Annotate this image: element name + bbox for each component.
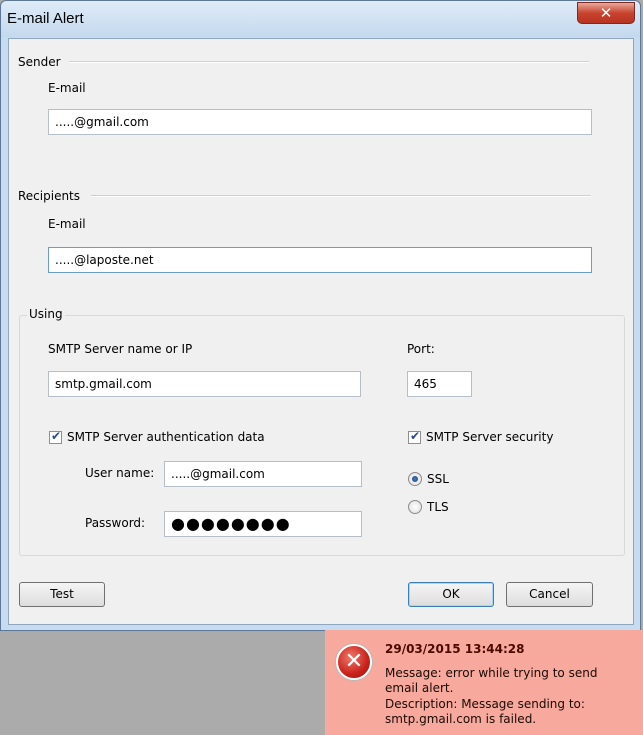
smtp-server-input[interactable]: smtp.gmail.com [48, 371, 361, 397]
notification-timestamp: 29/03/2015 13:44:28 [385, 642, 525, 656]
notification-description-line1: Description: Message sending to: [385, 697, 585, 711]
notification-description-line2: smtp.gmail.com is failed. [385, 712, 537, 726]
sender-email-label: E-mail [48, 81, 86, 95]
smtp-server-label: SMTP Server name or IP [48, 342, 193, 356]
port-input[interactable]: 465 [407, 371, 472, 397]
tls-radio-label[interactable]: TLS [427, 500, 449, 514]
security-checkbox-label[interactable]: SMTP Server security [426, 430, 553, 444]
title-bar[interactable]: E-mail Alert ✕ [1, 1, 640, 37]
username-input[interactable]: .....@gmail.com [164, 461, 362, 487]
checkmark-icon: ✔ [410, 429, 421, 443]
sender-group-label: Sender [18, 55, 61, 69]
recipients-divider [91, 195, 591, 197]
sender-email-input[interactable]: .....@gmail.com [48, 109, 592, 135]
close-icon: ✕ [599, 4, 613, 22]
notification-message-line1: Message: error while trying to send [385, 666, 598, 680]
username-label: User name: [85, 466, 155, 480]
ssl-radio-label[interactable]: SSL [427, 472, 449, 486]
error-x-icon: ✕ [336, 644, 372, 680]
sender-divider [69, 61, 589, 63]
ok-button[interactable]: OK [408, 582, 494, 607]
error-notification[interactable]: ✕ 29/03/2015 13:44:28 Message: error whi… [325, 630, 643, 735]
port-label: Port: [407, 342, 435, 356]
checkmark-icon: ✔ [51, 429, 62, 443]
auth-checkbox[interactable]: ✔ [49, 429, 62, 444]
radio-selected-dot [412, 476, 418, 482]
recipients-email-input[interactable]: .....@laposte.net [48, 247, 592, 273]
auth-checkbox-label[interactable]: SMTP Server authentication data [67, 430, 265, 444]
security-checkbox[interactable]: ✔ [408, 429, 421, 444]
password-input[interactable]: ●●●●●●●● [164, 511, 362, 537]
window-title: E-mail Alert [7, 10, 84, 27]
recipients-email-label: E-mail [48, 217, 86, 231]
test-button[interactable]: Test [19, 582, 105, 607]
recipients-group-label: Recipients [18, 189, 81, 203]
notification-message-line2: email alert. [385, 681, 454, 695]
close-button[interactable]: ✕ [577, 2, 635, 24]
tls-radio[interactable] [408, 500, 422, 514]
dialog-content: Sender E-mail .....@gmail.com Recipients… [8, 38, 634, 625]
password-label: Password: [85, 516, 146, 530]
using-group-label: Using [27, 307, 65, 321]
cancel-button[interactable]: Cancel [506, 582, 593, 607]
ssl-radio[interactable] [408, 472, 422, 486]
email-alert-window: E-mail Alert ✕ Sender E-mail .....@gmail… [0, 0, 641, 631]
